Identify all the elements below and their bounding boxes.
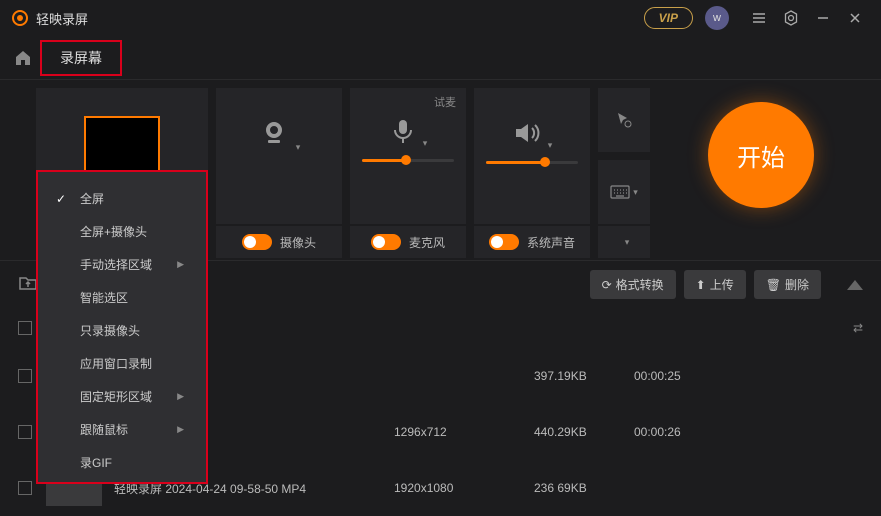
tab-label: 录屏幕 [60, 48, 102, 68]
dropdown-item[interactable]: 全屏+摄像头 [38, 215, 206, 248]
delete-button[interactable]: 🗑删除 [754, 270, 821, 299]
submenu-arrow-icon: ▶ [177, 424, 184, 435]
home-icon[interactable] [10, 45, 36, 71]
tab-record-screen[interactable]: 录屏幕 [40, 40, 122, 76]
vip-button[interactable]: VIP [644, 7, 693, 29]
dropdown-item[interactable]: 智能选区 [38, 281, 206, 314]
check-icon: ✓ [56, 192, 66, 206]
dropdown-item-label: 智能选区 [80, 289, 128, 306]
microphone-icon: ▾ [389, 118, 428, 149]
file-resolution: 1296x712 [394, 425, 534, 439]
dropdown-item[interactable]: 跟随鼠标 ▶ [38, 413, 206, 446]
file-size: 397.19KB [534, 369, 634, 383]
trash-icon: 🗑 [766, 278, 781, 292]
camera-toggle[interactable] [242, 234, 272, 250]
dropdown-item-label: 手动选择区域 [80, 256, 152, 273]
refresh-icon: ⟳ [602, 278, 612, 292]
menu-icon[interactable] [745, 4, 773, 32]
format-convert-button[interactable]: ⟳格式转换 [590, 270, 676, 299]
sort-icon[interactable]: ⇄ [853, 321, 863, 335]
keyboard-tool-button[interactable]: ▾ [598, 160, 650, 224]
app-icon [12, 10, 28, 26]
cursor-tool-button[interactable] [598, 88, 650, 152]
dropdown-item-label: 应用窗口录制 [80, 355, 152, 372]
speaker-icon: ▾ [512, 118, 553, 151]
file-size: 236 69KB [534, 481, 634, 495]
app-title: 轻映录屏 [36, 9, 88, 28]
file-duration: 00:00:26 [634, 425, 681, 439]
dropdown-item-label: 全屏+摄像头 [80, 223, 147, 240]
folder-up-icon[interactable] [18, 274, 38, 295]
dropdown-item[interactable]: 应用窗口录制 [38, 347, 206, 380]
row-checkbox[interactable] [18, 425, 32, 439]
file-duration: 00:00:25 [634, 369, 681, 383]
user-avatar[interactable]: w [705, 6, 729, 30]
row-checkbox[interactable] [18, 369, 32, 383]
camera-toggle-label: 摄像头 [280, 234, 316, 251]
microphone-card[interactable]: 试麦 ▾ [350, 88, 466, 224]
mic-toggle[interactable] [371, 234, 401, 250]
start-label: 开始 [737, 138, 785, 173]
dropdown-item-label: 录GIF [80, 454, 112, 471]
submenu-arrow-icon: ▶ [177, 259, 184, 270]
screen-preview-icon [84, 116, 160, 172]
dropdown-item-label: 固定矩形区域 [80, 388, 152, 405]
mic-toggle-label: 麦克风 [409, 234, 445, 251]
start-record-button[interactable]: 开始 [708, 102, 814, 208]
row-checkbox[interactable] [18, 481, 32, 495]
dropdown-item-label: 只录摄像头 [80, 322, 140, 339]
dropdown-item-label: 跟随鼠标 [80, 421, 128, 438]
speaker-toggle[interactable] [489, 234, 519, 250]
camera-icon: ▾ [258, 118, 301, 153]
collapse-icon[interactable] [847, 280, 863, 290]
dropdown-item[interactable]: 固定矩形区域 ▶ [38, 380, 206, 413]
dropdown-item[interactable]: 录GIF [38, 446, 206, 479]
mic-slider[interactable] [362, 159, 455, 162]
dropdown-item[interactable]: 只录摄像头 [38, 314, 206, 347]
upload-icon: ⬆ [696, 278, 706, 292]
close-icon[interactable] [841, 4, 869, 32]
dropdown-item[interactable]: 手动选择区域 ▶ [38, 248, 206, 281]
extra-tool-button[interactable]: ▾ [598, 226, 650, 258]
select-all-checkbox[interactable] [18, 321, 32, 335]
dropdown-item-label: 全屏 [80, 190, 104, 207]
camera-card[interactable]: ▾ [216, 88, 342, 224]
screen-mode-dropdown: ✓全屏全屏+摄像头手动选择区域▶智能选区只录摄像头应用窗口录制固定矩形区域▶跟随… [36, 170, 208, 484]
speaker-slider[interactable] [486, 161, 579, 164]
speaker-toggle-label: 系统声音 [527, 234, 575, 251]
upload-button[interactable]: ⬆上传 [684, 270, 746, 299]
file-size: 440.29KB [534, 425, 634, 439]
minimize-icon[interactable] [809, 4, 837, 32]
dropdown-item[interactable]: ✓ 全屏 [38, 182, 206, 215]
settings-icon[interactable] [777, 4, 805, 32]
file-resolution: 1920x1080 [394, 481, 534, 495]
submenu-arrow-icon: ▶ [177, 391, 184, 402]
mic-test-label[interactable]: 试麦 [434, 94, 456, 110]
speaker-card[interactable]: ▾ [474, 88, 590, 224]
